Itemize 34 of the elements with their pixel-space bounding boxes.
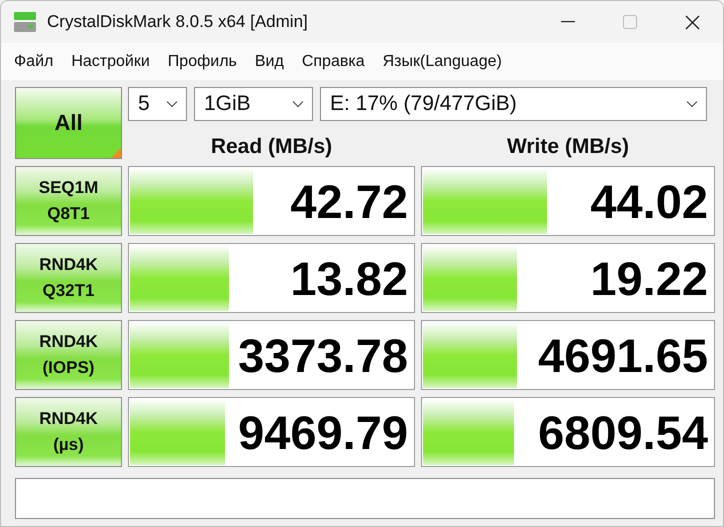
result-value: 42.72 (290, 174, 409, 228)
result-value: 9469.79 (238, 404, 409, 460)
all-button[interactable]: All (15, 87, 122, 159)
menu-item[interactable]: Файл (5, 52, 62, 70)
drive-dropdown[interactable]: E: 17% (79/477GiB) (320, 87, 707, 121)
comment-field[interactable] (15, 478, 715, 519)
test-button[interactable]: SEQ1M Q8T1 (15, 166, 122, 236)
result-value: 44.02 (590, 174, 709, 228)
column-header: Read (MB/s) (210, 135, 334, 159)
result-value: 13.82 (290, 250, 409, 306)
chevron-icon (166, 100, 178, 108)
column-header: Write (MB/s) (506, 135, 630, 159)
result-value: 6809.54 (538, 404, 709, 460)
minimize-icon (561, 21, 575, 23)
window-title: CrystalDiskMark 8.0.5 x64 [Admin] (47, 12, 309, 32)
close-icon (684, 14, 700, 30)
test-button[interactable]: RND4K Q32T1 (15, 243, 122, 313)
test-button[interactable]: RND4K (µs) (15, 397, 122, 467)
result-value: 19.22 (590, 250, 709, 306)
maximize-icon (623, 15, 637, 29)
size-dropdown[interactable]: 1GiB (194, 87, 313, 121)
disk-icon (13, 11, 37, 33)
chevron-icon (292, 100, 304, 108)
chevron-icon (686, 100, 698, 108)
menu-item[interactable]: Вид (246, 52, 293, 70)
count-dropdown[interactable]: 5 (128, 87, 187, 121)
menu-item[interactable]: Справка (292, 52, 374, 70)
result-value: 3373.78 (238, 328, 409, 382)
test-button[interactable]: RND4K (IOPS) (15, 320, 122, 390)
menu-item[interactable]: Настройки (62, 52, 159, 70)
menu-item[interactable]: Язык(Language) (374, 52, 511, 70)
corner-triangle-icon (111, 148, 121, 158)
result-value: 4691.65 (538, 328, 709, 382)
menu-item[interactable]: Профиль (158, 52, 246, 70)
